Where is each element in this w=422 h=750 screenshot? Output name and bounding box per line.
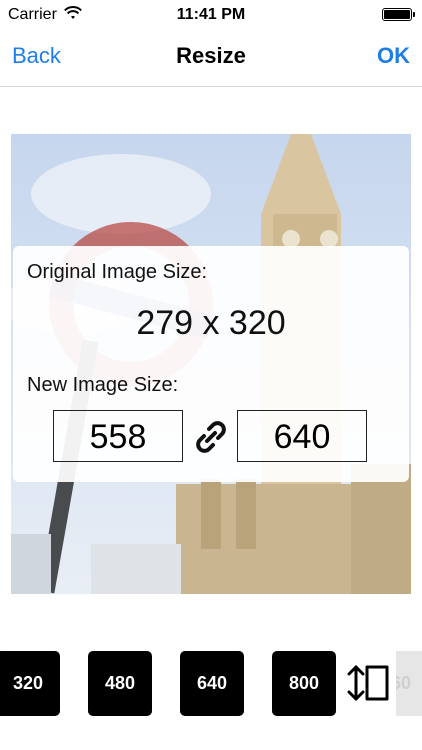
size-panel: Original Image Size: 279 x 320 New Image… — [13, 246, 409, 482]
page-title: Resize — [176, 43, 246, 68]
preset-bar: 320 480 640 800 960 — [0, 640, 422, 735]
resize-vertical-icon — [347, 665, 389, 701]
preset-button-480[interactable]: 480 — [88, 651, 152, 716]
status-bar: Carrier 11:41 PM — [0, 0, 422, 30]
new-size-label: New Image Size: — [27, 374, 179, 396]
preset-button-320[interactable]: 320 — [0, 651, 60, 716]
height-field[interactable]: 640 — [237, 410, 367, 462]
original-size-label: Original Image Size: — [27, 261, 208, 283]
navigation-bar: Back Resize OK — [0, 30, 422, 87]
resize-mode-button[interactable] — [336, 651, 396, 716]
width-field[interactable]: 558 — [53, 410, 183, 462]
original-size-value: 279 x 320 — [136, 304, 286, 342]
preset-button-640[interactable]: 640 — [180, 651, 244, 716]
ok-button[interactable]: OK — [377, 43, 410, 69]
clock: 11:41 PM — [176, 6, 246, 23]
battery-icon — [382, 8, 415, 21]
link-icon[interactable] — [194, 420, 228, 454]
preset-button-800[interactable]: 800 — [272, 651, 336, 716]
